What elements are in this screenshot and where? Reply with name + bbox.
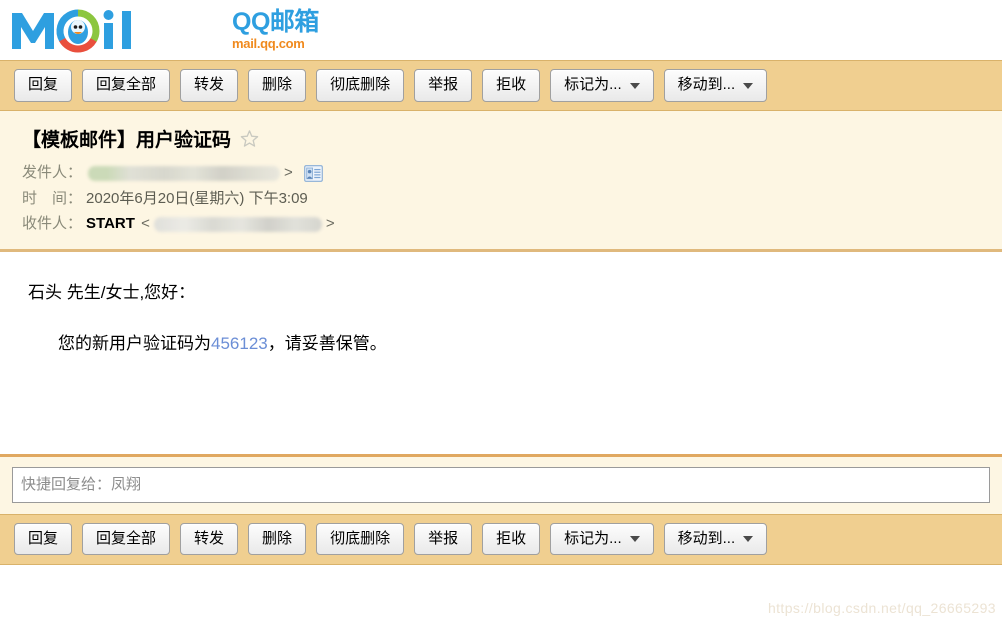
recipient-address-redacted <box>153 216 322 232</box>
reply-all-button-label: 回复全部 <box>96 76 157 94</box>
delete-button-bottom[interactable]: 删除 <box>248 522 307 556</box>
sender-row: 发件人： > <box>22 162 1002 185</box>
delete-button[interactable]: 删除 <box>248 69 307 102</box>
forward-button-label: 转发 <box>194 76 225 94</box>
contact-card-icon[interactable] <box>303 164 323 182</box>
reject-button-label: 拒收 <box>496 76 527 94</box>
brand-text: QQ邮箱 mail.qq.com <box>232 8 319 51</box>
chevron-down-icon <box>629 82 640 89</box>
delete-permanently-button-bottom[interactable]: 彻底删除 <box>316 522 405 556</box>
toolbar-bottom: 回复 回复全部 转发 删除 彻底删除 举报 拒收 标记为... 移动到... <box>0 513 1002 565</box>
recipient-name: START <box>86 215 135 232</box>
date-row: 时 间： 2020年6月20日(星期六) 下午3:09 <box>22 188 1002 211</box>
chevron-down-icon <box>629 536 640 542</box>
date-label: 时 间： <box>22 189 83 207</box>
reject-button-bottom-label: 拒收 <box>496 529 527 547</box>
mark-as-button-bottom-label: 标记为... <box>564 529 622 547</box>
reply-button-bottom[interactable]: 回复 <box>14 522 73 556</box>
report-button[interactable]: 举报 <box>414 69 473 102</box>
brand-header: QQ邮箱 mail.qq.com <box>0 0 1002 60</box>
code-prefix-text: 您的新用户验证码为 <box>58 333 211 353</box>
report-button-label: 举报 <box>428 76 459 94</box>
forward-button[interactable]: 转发 <box>180 69 239 102</box>
move-to-button-bottom-label: 移动到... <box>677 529 736 547</box>
star-icon[interactable] <box>240 129 259 148</box>
body-code-line: 您的新用户验证码为456123，请妥善保管。 <box>28 329 1002 354</box>
reject-button[interactable]: 拒收 <box>482 69 541 102</box>
forward-button-bottom[interactable]: 转发 <box>180 522 239 556</box>
verification-code: 456123 <box>211 333 268 353</box>
move-to-dropdown-button[interactable]: 移动到... <box>663 69 768 102</box>
chevron-down-icon <box>743 82 754 89</box>
delete-permanently-button[interactable]: 彻底删除 <box>316 69 405 102</box>
sender-address-redacted <box>88 165 281 181</box>
mark-as-button-label: 标记为... <box>564 76 622 94</box>
sender-label: 发件人： <box>22 164 83 181</box>
reply-all-button[interactable]: 回复全部 <box>82 69 171 102</box>
brand-name-cn: QQ邮箱 <box>232 8 319 36</box>
mail-header: 【模板邮件】用户验证码 发件人： > 时 间： 2020年6月20日(星期六) … <box>0 111 1002 252</box>
quick-reply-bar <box>0 453 1002 514</box>
brand-url: mail.qq.com <box>232 36 305 51</box>
delete-button-label: 删除 <box>262 76 293 94</box>
mark-as-dropdown-button[interactable]: 标记为... <box>550 69 654 102</box>
reply-button[interactable]: 回复 <box>14 69 73 102</box>
reject-button-bottom[interactable]: 拒收 <box>482 522 541 556</box>
watermark-text: https://blog.csdn.net/qq_26665293 <box>767 600 996 616</box>
code-suffix-text: ，请妥善保管。 <box>267 333 387 353</box>
move-to-dropdown-button-bottom[interactable]: 移动到... <box>663 522 768 556</box>
delete-button-bottom-label: 删除 <box>262 529 293 547</box>
mail-body: 石头 先生/女士,您好： 您的新用户验证码为456123，请妥善保管。 <box>0 251 1002 454</box>
qq-mail-logo[interactable]: QQ邮箱 mail.qq.com <box>8 7 319 53</box>
toolbar-top: 回复 回复全部 转发 删除 彻底删除 举报 拒收 标记为... 移动到... <box>0 60 1002 111</box>
recipient-close-bracket: > <box>325 215 335 232</box>
mark-as-dropdown-button-bottom[interactable]: 标记为... <box>550 522 654 556</box>
reply-all-button-bottom[interactable]: 回复全部 <box>82 522 171 556</box>
reply-all-button-bottom-label: 回复全部 <box>96 529 157 547</box>
qq-penguin-logo-icon <box>12 9 131 53</box>
report-button-bottom-label: 举报 <box>428 529 459 547</box>
move-to-button-label: 移动到... <box>677 76 736 94</box>
reply-button-label: 回复 <box>28 76 59 94</box>
date-value: 2020年6月20日(星期六) 下午3:09 <box>86 189 308 207</box>
recipient-row: 收件人： START < > <box>22 213 1002 236</box>
delete-permanently-button-bottom-label: 彻底删除 <box>330 529 391 547</box>
quick-reply-input[interactable] <box>12 466 990 503</box>
reply-button-bottom-label: 回复 <box>28 529 59 547</box>
report-button-bottom[interactable]: 举报 <box>414 522 473 556</box>
body-greeting: 石头 先生/女士,您好： <box>28 282 196 302</box>
mail-subject: 【模板邮件】用户验证码 <box>22 130 232 151</box>
forward-button-bottom-label: 转发 <box>194 529 225 547</box>
recipient-open-bracket: < <box>136 215 150 232</box>
chevron-down-icon <box>743 536 754 542</box>
delete-permanently-button-label: 彻底删除 <box>330 76 391 94</box>
recipient-label: 收件人： <box>22 215 83 232</box>
subject-row: 【模板邮件】用户验证码 <box>22 125 1002 152</box>
sender-angle-bracket: > <box>284 164 293 181</box>
